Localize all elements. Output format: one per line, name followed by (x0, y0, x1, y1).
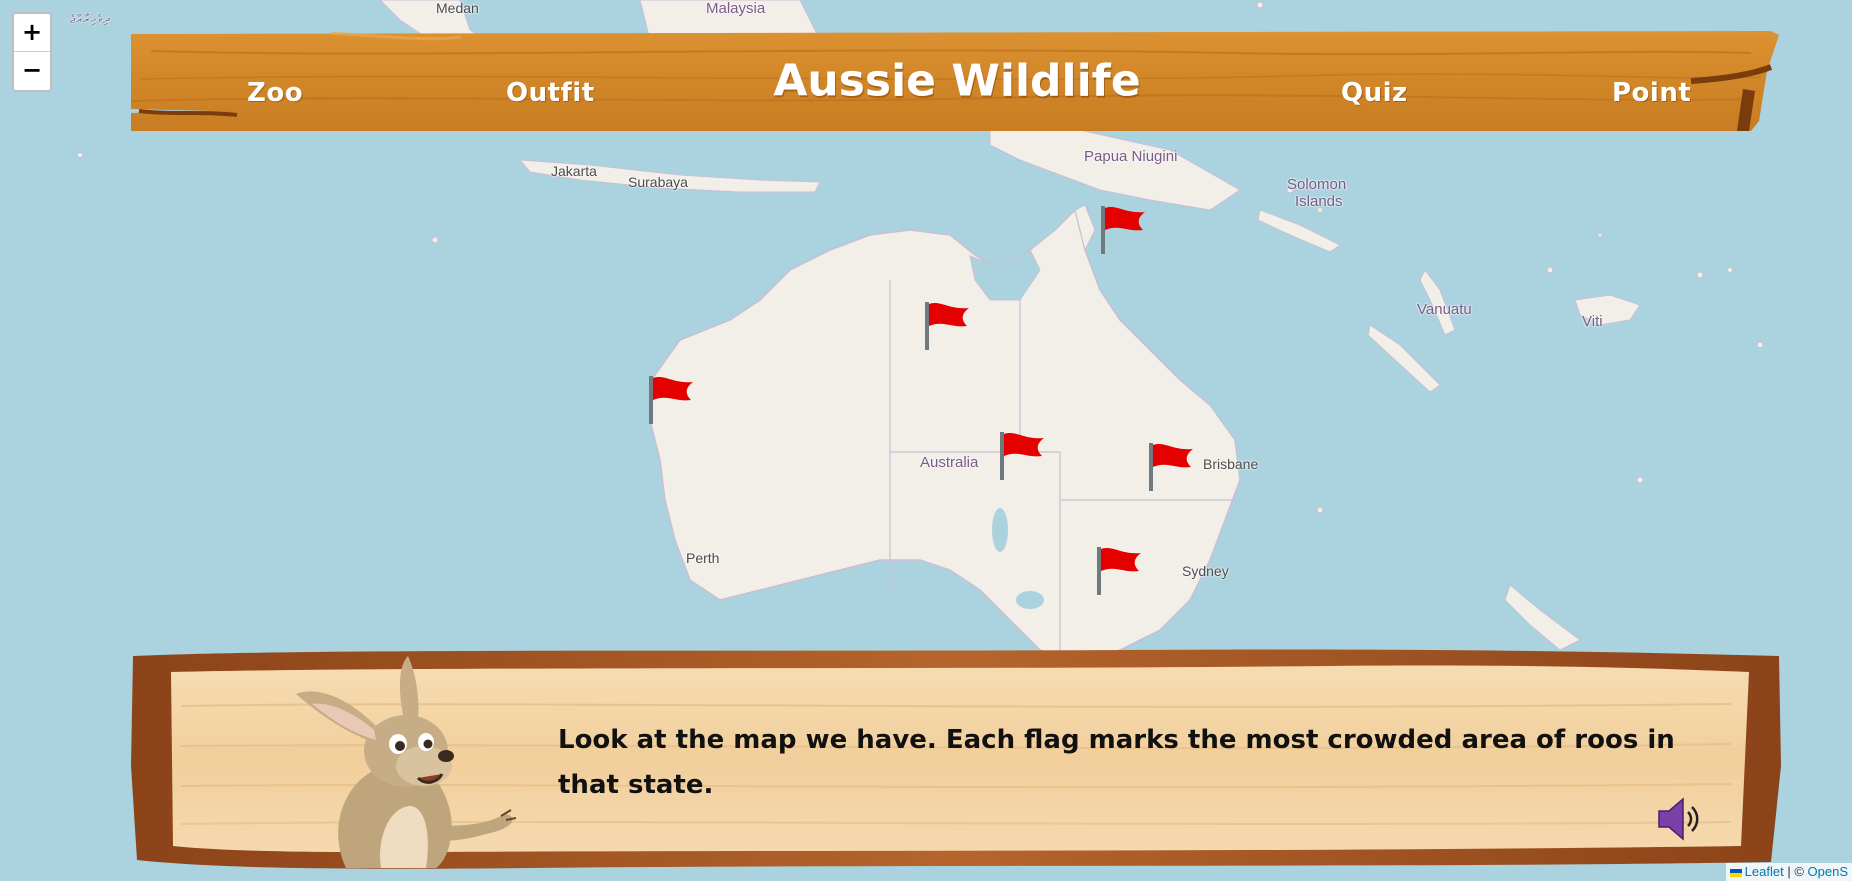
dialog-text: Look at the map we have. Each flag marks… (558, 725, 1675, 800)
kangaroo-mascot (296, 656, 516, 868)
map-label-surabaya: Surabaya (628, 174, 688, 190)
zoom-control: + − (12, 12, 52, 92)
page-title: Aussie Wildlife (773, 55, 1141, 107)
attribution-separator: | © (1783, 864, 1808, 879)
red-flag-icon[interactable] (645, 374, 697, 426)
map-label-jakarta: Jakarta (551, 163, 597, 179)
speaker-icon[interactable] (1655, 797, 1701, 841)
leaflet-link[interactable]: Leaflet (1745, 864, 1784, 879)
map-label-perth: Perth (686, 550, 720, 566)
map-label-maldives: ދިވެހިރާއްޖެ (70, 12, 111, 26)
nav-quiz[interactable]: Quiz (1341, 78, 1408, 108)
map-label-medan: Medan (436, 0, 479, 16)
ukraine-flag-icon (1729, 868, 1742, 877)
osm-link[interactable]: OpenS (1808, 864, 1848, 879)
map-label-malaysia: Malaysia (706, 0, 766, 17)
dialog-box: Look at the map we have. Each flag marks… (131, 646, 1783, 872)
app-stage: Medan Malaysia Jakarta Surabaya Papua Ni… (0, 0, 1852, 881)
red-flag-icon[interactable] (1145, 441, 1197, 493)
map-attribution: Leaflet | © OpenS (1725, 863, 1852, 881)
red-flag-icon[interactable] (1097, 204, 1149, 256)
red-flag-icon[interactable] (921, 300, 973, 352)
map-label-viti: Viti (1582, 313, 1603, 330)
red-flag-icon[interactable] (1093, 545, 1145, 597)
red-flag-icon[interactable] (996, 430, 1048, 482)
header-bar: Zoo Outfit Aussie Wildlife Quiz Point (131, 31, 1783, 131)
map-label-sydney: Sydney (1182, 563, 1229, 579)
map-label-papua: Papua Niugini (1084, 148, 1178, 165)
map-label-solomon-2: Islands (1295, 193, 1343, 210)
map-label-australia: Australia (920, 454, 979, 471)
map-label-brisbane: Brisbane (1203, 456, 1259, 472)
map-label-solomon-1: Solomon (1287, 176, 1347, 193)
map-label-vanuatu: Vanuatu (1417, 301, 1472, 318)
zoom-out-button[interactable]: − (14, 52, 50, 88)
zoom-in-button[interactable]: + (14, 14, 50, 52)
nav-point[interactable]: Point (1612, 78, 1691, 108)
